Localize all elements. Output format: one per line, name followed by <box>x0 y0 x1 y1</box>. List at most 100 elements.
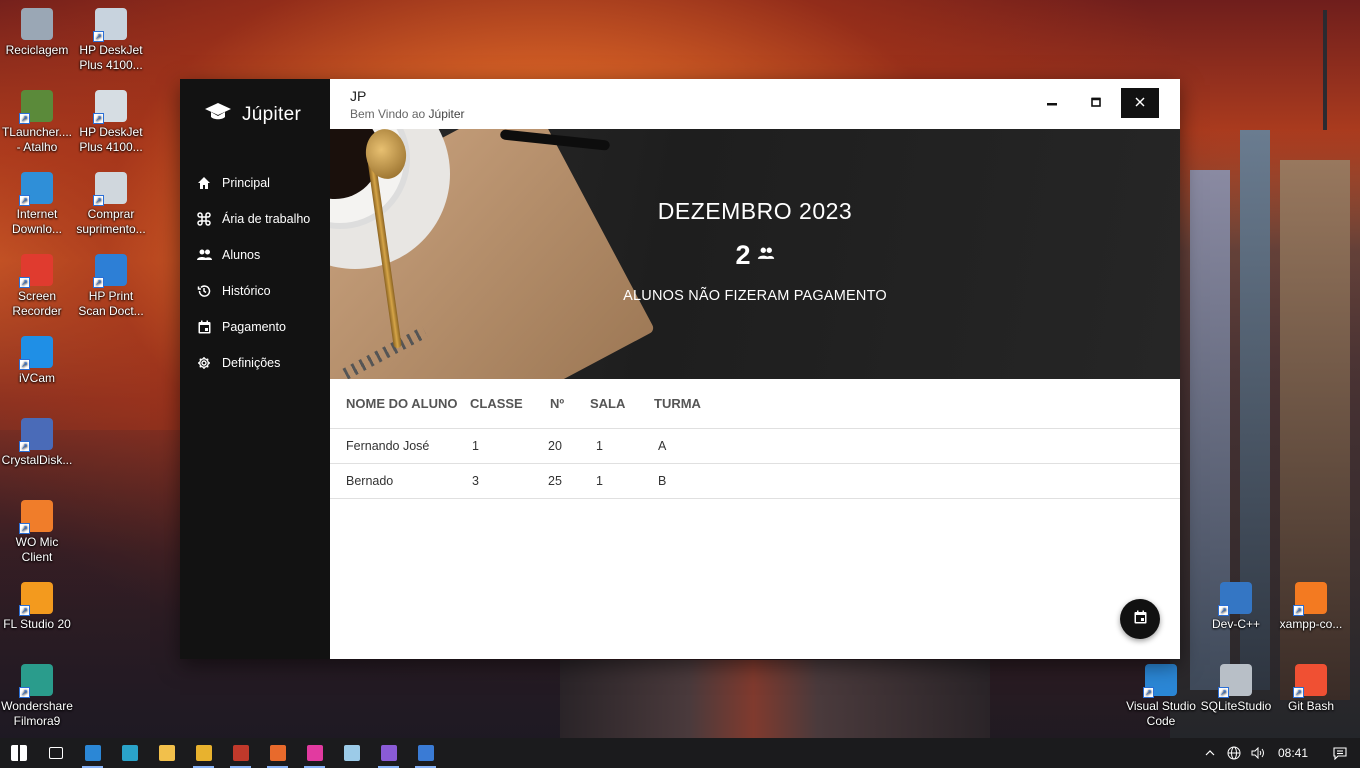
desktop-icon[interactable]: ↗ HP DeskJet Plus 4100... <box>74 8 148 73</box>
desktop-icon-label: Internet Downlo... <box>11 207 63 236</box>
desktop-icon-label: HP DeskJet Plus 4100... <box>79 125 143 154</box>
sidebar-item-label: Pagamento <box>222 320 286 334</box>
recycle-bin-icon <box>21 8 53 40</box>
taskbar-app-running-button[interactable] <box>407 738 444 768</box>
sidebar-item-definicoes[interactable]: Definições <box>196 345 330 381</box>
unpaid-caption: ALUNOS NÃO FIZERAM PAGAMENTO <box>623 288 887 304</box>
desktop-icon-label: HP DeskJet Plus 4100... <box>79 43 143 72</box>
fruit-icon: ↗ <box>19 582 53 616</box>
visual-studio-icon <box>380 745 397 761</box>
sidebar-item-alunos[interactable]: Alunos <box>196 237 330 273</box>
desktop-icon-label: FL Studio 20 <box>3 617 71 631</box>
globe-download-icon: ↗ <box>19 172 53 206</box>
sidebar: Júpiter Principal Ária de trabalho Aluno… <box>180 79 330 659</box>
maximize-button[interactable] <box>1077 88 1115 118</box>
calendar-fab-button[interactable] <box>1120 599 1160 639</box>
desktop-icon-label: HP Print Scan Doct... <box>78 289 144 318</box>
minimize-button[interactable] <box>1033 88 1071 118</box>
desktop-icon[interactable]: ↗ SQLiteStudio <box>1199 664 1273 714</box>
xampp-icon: ↗ <box>1293 582 1327 616</box>
desktop-icon[interactable]: ↗ xampp-co... <box>1274 582 1348 632</box>
cell-sala: 1 <box>596 439 603 453</box>
table-header: NOME DO ALUNO CLASSE Nº SALA TURMA <box>330 379 1180 429</box>
record-icon: ↗ <box>19 254 53 288</box>
taskbar-start-button[interactable] <box>0 738 37 768</box>
table-row[interactable]: Fernando José 1 20 1 A <box>330 429 1180 464</box>
desktop-icon[interactable]: ↗ Internet Downlo... <box>0 172 74 237</box>
notifications-icon[interactable] <box>1320 738 1360 768</box>
desktop-icon[interactable]: ↗ FL Studio 20 <box>0 582 74 632</box>
welcome-prefix: Bem Vindo ao <box>350 107 426 121</box>
wallpaper-city <box>1170 10 1360 740</box>
taskbar-edge-button[interactable] <box>111 738 148 768</box>
taskbar-visual-studio-button[interactable] <box>370 738 407 768</box>
printer-icon: ↗ <box>93 90 127 124</box>
sidebar-item-label: Ária de trabalho <box>222 212 311 226</box>
maximize-icon <box>1091 94 1101 112</box>
desktop-icon[interactable]: ↗ HP DeskJet Plus 4100... <box>74 90 148 155</box>
desktop-icon-label: Screen Recorder <box>12 289 62 318</box>
taskbar-file-explorer-button[interactable] <box>148 738 185 768</box>
desktop-icon[interactable]: ↗ HP Print Scan Doct... <box>74 254 148 319</box>
scan-doctor-icon: ↗ <box>93 254 127 288</box>
cell-turma: B <box>658 474 667 488</box>
taskbar-notepad-button[interactable] <box>333 738 370 768</box>
brand[interactable]: Júpiter <box>204 101 301 128</box>
desktop-icon[interactable]: ↗ Visual Studio Code <box>1124 664 1198 729</box>
window-title: JP <box>350 88 367 104</box>
desktop-icon[interactable]: ↗ TLauncher.... - Atalho <box>0 90 74 155</box>
desktop-icon[interactable]: ↗ Comprar suprimento... <box>74 172 148 237</box>
desktop-icon[interactable]: ↗ Dev-C++ <box>1199 582 1273 632</box>
desktop-icon[interactable]: ↗ Wondershare Filmora9 <box>0 664 74 729</box>
cell-classe: 1 <box>472 439 479 453</box>
jupiter-window: Júpiter Principal Ária de trabalho Aluno… <box>180 79 1180 659</box>
volume-icon[interactable] <box>1246 738 1270 768</box>
column-header-sala[interactable]: SALA <box>590 396 654 411</box>
calendar-icon <box>196 319 212 335</box>
desktop-icon[interactable]: ↗ Screen Recorder <box>0 254 74 319</box>
column-header-classe[interactable]: CLASSE <box>470 396 550 411</box>
notepad-icon <box>343 745 360 761</box>
disk-icon: ↗ <box>19 418 53 452</box>
month-title: DEZEMBRO 2023 <box>657 198 853 224</box>
desktop-icon[interactable]: ↗ Git Bash <box>1274 664 1348 714</box>
sidebar-item-historico[interactable]: Histórico <box>196 273 330 309</box>
cell-nome: Bernado <box>346 474 394 488</box>
database-icon: ↗ <box>1218 664 1252 698</box>
desktop-icon[interactable]: ↗ iVCam <box>0 336 74 386</box>
wallpaper-road <box>560 660 990 740</box>
printer-cart-icon: ↗ <box>93 172 127 206</box>
taskbar-app-pink-button[interactable] <box>296 738 333 768</box>
desktop-icon-label: Git Bash <box>1287 699 1335 713</box>
cell-sala: 1 <box>596 474 603 488</box>
desktop-icon-label: xampp-co... <box>1279 617 1343 631</box>
desktop-icon[interactable]: ↗ CrystalDisk... <box>0 418 74 468</box>
column-header-turma[interactable]: TURMA <box>654 396 754 411</box>
edge-icon <box>121 745 138 761</box>
taskbar-vscode-button[interactable] <box>74 738 111 768</box>
desktop-icon-label: Wondershare Filmora9 <box>1 699 73 728</box>
sidebar-item-area-de-trabalho[interactable]: Ária de trabalho <box>196 201 330 237</box>
globe-icon[interactable] <box>1222 738 1246 768</box>
column-header-numero[interactable]: Nº <box>550 396 590 411</box>
access-icon <box>232 745 249 761</box>
microphone-icon: ↗ <box>19 500 53 534</box>
sidebar-item-label: Alunos <box>222 248 261 262</box>
calendar-icon <box>1134 610 1147 629</box>
home-icon <box>196 175 212 191</box>
taskbar-autocad-button[interactable] <box>185 738 222 768</box>
desktop-icon[interactable]: Reciclagem <box>0 8 74 58</box>
taskbar-stack-button[interactable] <box>259 738 296 768</box>
column-header-nome[interactable]: NOME DO ALUNO <box>330 396 470 411</box>
sidebar-item-pagamento[interactable]: Pagamento <box>196 309 330 345</box>
vscode-icon <box>84 745 101 761</box>
taskbar-task-view-button[interactable] <box>37 738 74 768</box>
taskbar-clock[interactable]: 08:41 <box>1270 746 1320 760</box>
table-row[interactable]: Bernado 3 25 1 B <box>330 464 1180 499</box>
desktop-icon[interactable]: ↗ WO Mic Client <box>0 500 74 565</box>
chevron-up-icon[interactable] <box>1198 738 1222 768</box>
close-button[interactable] <box>1121 88 1159 118</box>
sidebar-item-principal[interactable]: Principal <box>196 165 330 201</box>
payment-summary-banner: DEZEMBRO 2023 2 ALUNOS NÃO FIZERAM PAGAM… <box>330 129 1180 379</box>
taskbar-access-button[interactable] <box>222 738 259 768</box>
